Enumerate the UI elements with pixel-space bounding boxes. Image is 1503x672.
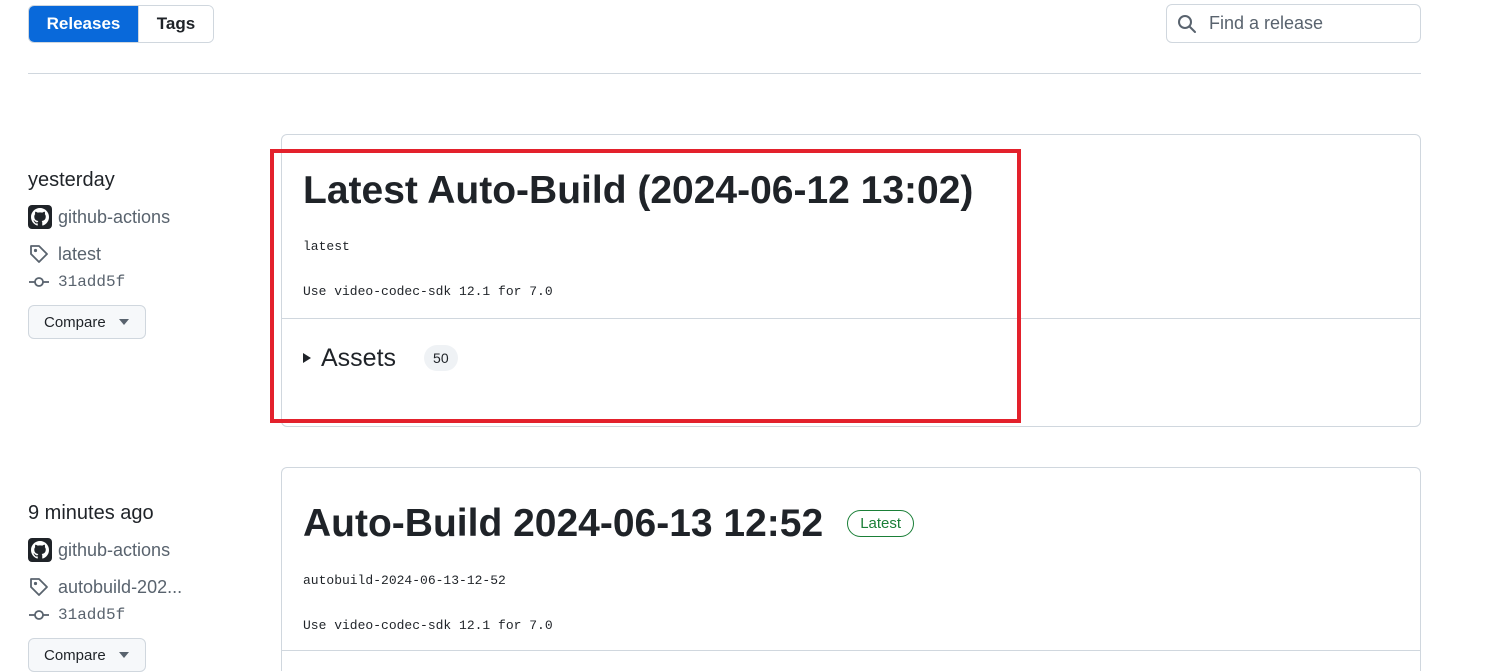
github-avatar-icon [28, 205, 52, 229]
tag-name[interactable]: latest [58, 244, 101, 265]
assets-label: Assets [321, 343, 397, 372]
commit-sha[interactable]: 31add5f [58, 273, 125, 291]
release-title-text[interactable]: Auto-Build 2024-06-13 12:52 [303, 504, 823, 543]
release-meta: 9 minutes ago github-actions autobuild-2… [28, 500, 268, 672]
author-name[interactable]: github-actions [58, 207, 170, 228]
commit-sha[interactable]: 31add5f [58, 606, 125, 624]
author-name[interactable]: github-actions [58, 540, 170, 561]
release-title[interactable]: Latest Auto-Build (2024-06-12 13:02) [303, 135, 1399, 211]
release-author[interactable]: github-actions [28, 205, 268, 229]
release-time: yesterday [28, 169, 115, 191]
release-commit[interactable]: 31add5f [28, 271, 268, 293]
tab-tags[interactable]: Tags [138, 6, 213, 42]
latest-badge: Latest [847, 510, 915, 537]
tab-releases[interactable]: Releases [29, 6, 138, 42]
release-description: Use video-codec-sdk 12.1 for 7.0 [303, 284, 553, 299]
release-tag-line: latest [303, 239, 350, 254]
release-tag-line: autobuild-2024-06-13-12-52 [303, 573, 506, 588]
assets-toggle[interactable]: Assets 50 [282, 319, 1420, 403]
release-card: Auto-Build 2024-06-13 12:52 Latest autob… [281, 467, 1421, 671]
tag-icon [28, 243, 50, 265]
search-input[interactable] [1207, 12, 1407, 35]
release-search [1166, 4, 1421, 43]
tag-icon [28, 576, 50, 598]
release-title[interactable]: Auto-Build 2024-06-13 12:52 Latest [303, 468, 1399, 545]
release-meta: yesterday github-actions latest 31add5f [28, 167, 268, 339]
release-commit[interactable]: 31add5f [28, 604, 268, 626]
git-commit-icon [28, 604, 50, 626]
caret-down-icon [118, 319, 129, 325]
compare-button[interactable]: Compare [28, 305, 146, 339]
git-commit-icon [28, 271, 50, 293]
release-tabs: Releases Tags [28, 5, 214, 43]
header-divider [28, 73, 1421, 74]
assets-count-badge: 50 [424, 345, 458, 371]
compare-button[interactable]: Compare [28, 638, 146, 672]
github-avatar-icon [28, 538, 52, 562]
card-divider [282, 650, 1420, 651]
compare-label: Compare [44, 313, 106, 331]
caret-down-icon [118, 652, 129, 658]
release-tag[interactable]: autobuild-202... [28, 576, 268, 598]
compare-label: Compare [44, 646, 106, 664]
release-description: Use video-codec-sdk 12.1 for 7.0 [303, 618, 553, 633]
release-author[interactable]: github-actions [28, 538, 268, 562]
tag-name[interactable]: autobuild-202... [58, 577, 182, 598]
search-icon [1177, 14, 1197, 34]
release-card: Latest Auto-Build (2024-06-12 13:02) lat… [281, 134, 1421, 427]
release-time: 9 minutes ago [28, 502, 154, 524]
release-title-text[interactable]: Latest Auto-Build (2024-06-12 13:02) [303, 171, 973, 210]
release-tag[interactable]: latest [28, 243, 268, 265]
disclosure-triangle-icon [303, 353, 311, 363]
